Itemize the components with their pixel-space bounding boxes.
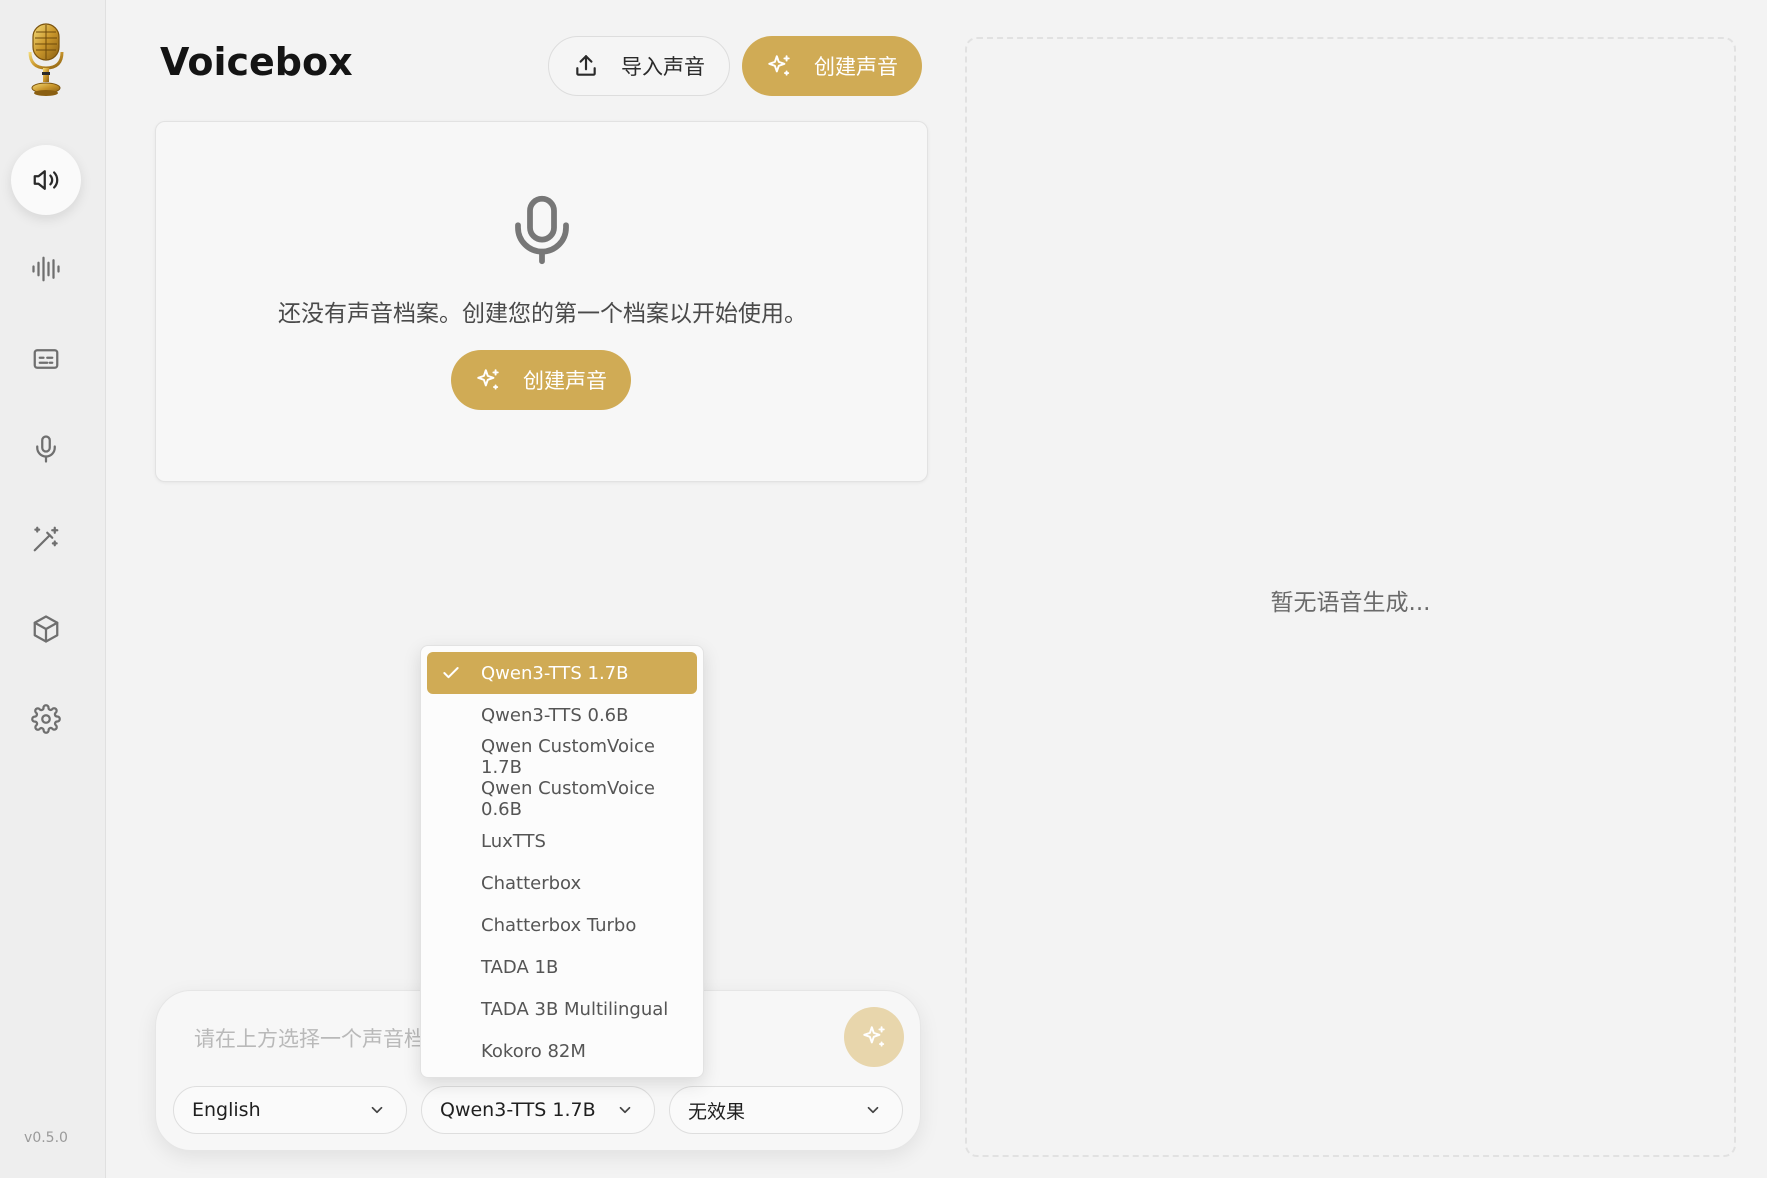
check-icon	[443, 667, 459, 679]
model-option[interactable]: Kokoro 82M	[427, 1030, 697, 1072]
model-option-label: TADA 1B	[481, 956, 559, 978]
model-option[interactable]: Qwen3-TTS 0.6B	[427, 694, 697, 736]
speaker-icon	[33, 170, 59, 190]
model-option-label: Kokoro 82M	[481, 1040, 586, 1062]
chevron-down-icon	[371, 1106, 383, 1114]
model-option-label: Qwen3-TTS 0.6B	[481, 704, 629, 726]
model-option[interactable]: Qwen CustomVoice 1.7B	[427, 736, 697, 778]
model-option-label: Chatterbox	[481, 872, 582, 894]
version-label: v0.5.0	[24, 1130, 68, 1146]
model-select[interactable]: Qwen3-TTS 1.7B	[421, 1086, 655, 1134]
language-value: English	[192, 1099, 261, 1121]
model-option-label: Qwen3-TTS 1.7B	[481, 662, 629, 684]
nav-captions-button[interactable]	[11, 324, 81, 394]
create-voice-card-label: 创建声音	[523, 369, 607, 393]
microphone-icon	[515, 195, 569, 265]
model-dropdown-menu: Qwen3-TTS 1.7B Qwen3-TTS 0.6B Qwen Custo…	[420, 645, 704, 1078]
model-option[interactable]: Chatterbox Turbo	[427, 904, 697, 946]
language-select[interactable]: English	[173, 1086, 407, 1134]
model-option-label: Chatterbox Turbo	[481, 914, 637, 936]
nav-record-button[interactable]	[11, 414, 81, 484]
sparkles-icon	[477, 369, 499, 390]
chevron-down-icon	[867, 1106, 879, 1114]
model-option[interactable]: TADA 1B	[427, 946, 697, 988]
page-title: Voicebox	[160, 40, 353, 84]
captions-icon	[33, 349, 59, 369]
sparkles-icon	[768, 55, 790, 76]
waveform-icon	[32, 256, 60, 282]
import-voice-label: 导入声音	[621, 55, 705, 79]
model-option[interactable]: LuxTTS	[427, 820, 697, 862]
empty-history-message: 暂无语音生成...	[1270, 590, 1431, 616]
model-option-label: LuxTTS	[481, 830, 546, 852]
nav-effects-button[interactable]	[11, 504, 81, 574]
create-voice-label: 创建声音	[814, 55, 898, 79]
magic-wand-icon	[33, 526, 59, 552]
upload-icon	[576, 55, 596, 76]
import-voice-button[interactable]: 导入声音	[548, 36, 730, 96]
model-option[interactable]: TADA 3B Multilingual	[427, 988, 697, 1030]
box-icon	[33, 615, 59, 643]
model-option-label: Qwen CustomVoice 1.7B	[481, 736, 655, 778]
microphone-icon	[36, 435, 56, 463]
model-option[interactable]: Qwen3-TTS 1.7B	[427, 652, 697, 694]
voice-profiles-empty-card: 还没有声音档案。创建您的第一个档案以开始使用。 创建声音	[155, 121, 928, 482]
model-option-label: Qwen CustomVoice 0.6B	[481, 778, 655, 820]
nav-audio-button[interactable]	[11, 234, 81, 304]
sparkles-icon	[863, 1026, 885, 1047]
empty-profiles-message: 还没有声音档案。创建您的第一个档案以开始使用。	[278, 301, 807, 327]
create-voice-card-button[interactable]: 创建声音	[451, 350, 631, 410]
create-voice-button[interactable]: 创建声音	[742, 36, 922, 96]
model-option-label: TADA 3B Multilingual	[481, 998, 669, 1020]
gear-icon	[31, 704, 61, 734]
model-option[interactable]: Qwen CustomVoice 0.6B	[427, 778, 697, 820]
microphone-logo-icon[interactable]	[25, 22, 67, 98]
sidebar: v0.5.0	[0, 0, 106, 1178]
nav-settings-button[interactable]	[11, 684, 81, 754]
generate-button[interactable]	[844, 1007, 904, 1067]
generation-history-panel: 暂无语音生成...	[965, 37, 1736, 1157]
effect-select[interactable]: 无效果	[669, 1086, 903, 1134]
model-value: Qwen3-TTS 1.7B	[440, 1099, 596, 1121]
nav-models-button[interactable]	[11, 594, 81, 664]
effect-value: 无效果	[688, 1100, 746, 1123]
model-option[interactable]: Chatterbox	[427, 862, 697, 904]
nav-voices-button[interactable]	[11, 145, 81, 215]
chevron-down-icon	[619, 1106, 631, 1114]
